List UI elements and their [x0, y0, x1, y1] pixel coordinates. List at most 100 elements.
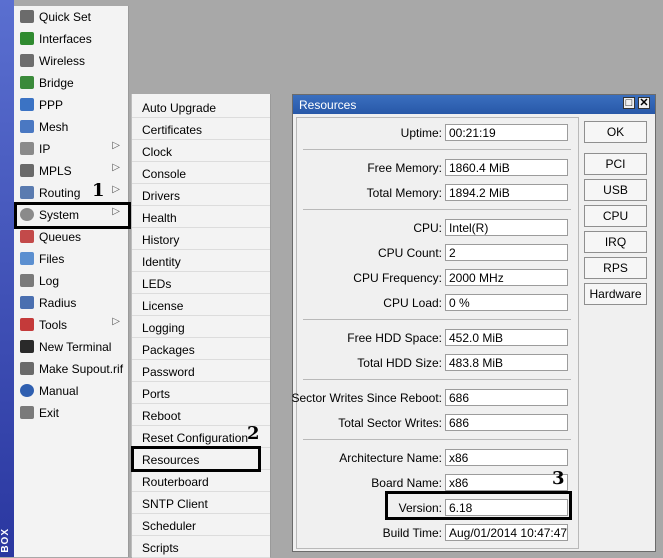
usb-button[interactable]: USB	[584, 179, 647, 201]
submenu-label: Scripts	[142, 541, 179, 555]
menu-label: Make Supout.rif	[39, 362, 124, 376]
menu-item-tools[interactable]: Tools ▷	[14, 314, 128, 336]
menu-item-ip[interactable]: IP ▷	[14, 138, 128, 160]
submenu-label: Certificates	[142, 123, 203, 137]
ok-button[interactable]: OK	[584, 121, 647, 143]
menu-label: Exit	[39, 406, 60, 420]
mpls-icon	[20, 164, 34, 177]
manual-icon	[20, 384, 34, 397]
submenu-item-scripts[interactable]: Scripts	[132, 536, 270, 558]
menu-label: Radius	[39, 296, 77, 310]
menu-label: Bridge	[39, 76, 74, 90]
total-hdd-field: 483.8 MiB	[445, 354, 568, 371]
submenu-item-scheduler[interactable]: Scheduler	[132, 514, 270, 536]
menu-label: Wireless	[39, 54, 86, 68]
menu-label: Quick Set	[39, 10, 92, 24]
separator	[303, 439, 571, 440]
total-memory-field: 1894.2 MiB	[445, 184, 568, 201]
menu-label: Routing	[39, 186, 81, 200]
irq-button[interactable]: IRQ	[584, 231, 647, 253]
menu-label: New Terminal	[39, 340, 112, 354]
menu-item-routing[interactable]: Routing ▷	[14, 182, 128, 204]
menu-item-ppp[interactable]: PPP	[14, 94, 128, 116]
menu-item-wireless[interactable]: Wireless	[14, 50, 128, 72]
interfaces-icon	[20, 32, 34, 45]
board-name-label: Board Name:	[371, 476, 442, 490]
submenu-label: Routerboard	[142, 475, 209, 489]
submenu-item-identity[interactable]: Identity	[132, 250, 270, 272]
menu-item-bridge[interactable]: Bridge	[14, 72, 128, 94]
submenu-arrow-icon: ▷	[112, 184, 120, 195]
restore-icon[interactable]: □	[623, 97, 635, 109]
submenu-item-health[interactable]: Health	[132, 206, 270, 228]
submenu-item-license[interactable]: License	[132, 294, 270, 316]
separator	[303, 319, 571, 320]
menu-item-make-supout[interactable]: Make Supout.rif	[14, 358, 128, 380]
menu-item-log[interactable]: Log	[14, 270, 128, 292]
submenu-item-auto-upgrade[interactable]: Auto Upgrade	[132, 96, 270, 118]
architecture-label: Architecture Name:	[339, 451, 442, 465]
submenu-arrow-icon: ▷	[112, 316, 120, 327]
menu-item-new-terminal[interactable]: New Terminal	[14, 336, 128, 358]
tools-icon	[20, 318, 34, 331]
window-titlebar[interactable]: Resources □ ✕	[293, 95, 655, 114]
menu-item-radius[interactable]: Radius	[14, 292, 128, 314]
brand-strip: BOX	[0, 0, 14, 557]
menu-label: Interfaces	[39, 32, 92, 46]
cpu-frequency-field: 2000 MHz	[445, 269, 568, 286]
submenu-item-history[interactable]: History	[132, 228, 270, 250]
free-hdd-field: 452.0 MiB	[445, 329, 568, 346]
menu-label: Log	[39, 274, 60, 288]
brand-text: BOX	[0, 528, 11, 553]
quick-set-icon	[20, 10, 34, 23]
ip-icon	[20, 142, 34, 155]
submenu-item-password[interactable]: Password	[132, 360, 270, 382]
separator	[303, 209, 571, 210]
menu-item-interfaces[interactable]: Interfaces	[14, 28, 128, 50]
submenu-label: Drivers	[142, 189, 180, 203]
routing-icon	[20, 186, 34, 199]
hardware-button[interactable]: Hardware	[584, 283, 647, 305]
menu-label: PPP	[39, 98, 64, 112]
submenu-item-routerboard[interactable]: Routerboard	[132, 470, 270, 492]
submenu-item-drivers[interactable]: Drivers	[132, 184, 270, 206]
menu-label: IP	[39, 142, 51, 156]
menu-item-mpls[interactable]: MPLS ▷	[14, 160, 128, 182]
cpu-load-label: CPU Load:	[383, 296, 442, 310]
menu-label: Mesh	[39, 120, 69, 134]
wireless-icon	[20, 54, 34, 67]
cpu-button[interactable]: CPU	[584, 205, 647, 227]
submenu-item-console[interactable]: Console	[132, 162, 270, 184]
board-name-field: x86	[445, 474, 568, 491]
menu-item-mesh[interactable]: Mesh	[14, 116, 128, 138]
menu-item-manual[interactable]: Manual	[14, 380, 128, 402]
free-hdd-label: Free HDD Space:	[347, 331, 442, 345]
ppp-icon	[20, 98, 34, 111]
rps-button[interactable]: RPS	[584, 257, 647, 279]
pci-button[interactable]: PCI	[584, 153, 647, 175]
exit-icon	[20, 406, 34, 419]
submenu-item-certificates[interactable]: Certificates	[132, 118, 270, 140]
submenu-item-packages[interactable]: Packages	[132, 338, 270, 360]
menu-item-files[interactable]: Files	[14, 248, 128, 270]
close-icon[interactable]: ✕	[638, 97, 650, 109]
submenu-item-logging[interactable]: Logging	[132, 316, 270, 338]
submenu-item-leds[interactable]: LEDs	[132, 272, 270, 294]
resources-window: Resources □ ✕ Uptime: 00:21:19 Free Memo…	[291, 94, 656, 552]
total-hdd-label: Total HDD Size:	[357, 356, 442, 370]
mesh-icon	[20, 120, 34, 133]
submenu-label: SNTP Client	[142, 497, 208, 511]
cpu-label: CPU:	[413, 221, 442, 235]
menu-item-queues[interactable]: Queues	[14, 226, 128, 248]
menu-label: Queues	[39, 230, 82, 244]
submenu-item-clock[interactable]: Clock	[132, 140, 270, 162]
cpu-frequency-label: CPU Frequency:	[353, 271, 442, 285]
submenu-item-sntp-client[interactable]: SNTP Client	[132, 492, 270, 514]
cpu-field: Intel(R)	[445, 219, 568, 236]
main-menu: Quick Set Interfaces Wireless Bridge PPP…	[14, 6, 129, 557]
uptime-label: Uptime:	[400, 126, 442, 140]
menu-item-quick-set[interactable]: Quick Set	[14, 6, 128, 28]
submenu-item-ports[interactable]: Ports	[132, 382, 270, 404]
menu-item-exit[interactable]: Exit	[14, 402, 128, 424]
log-icon	[20, 274, 34, 287]
